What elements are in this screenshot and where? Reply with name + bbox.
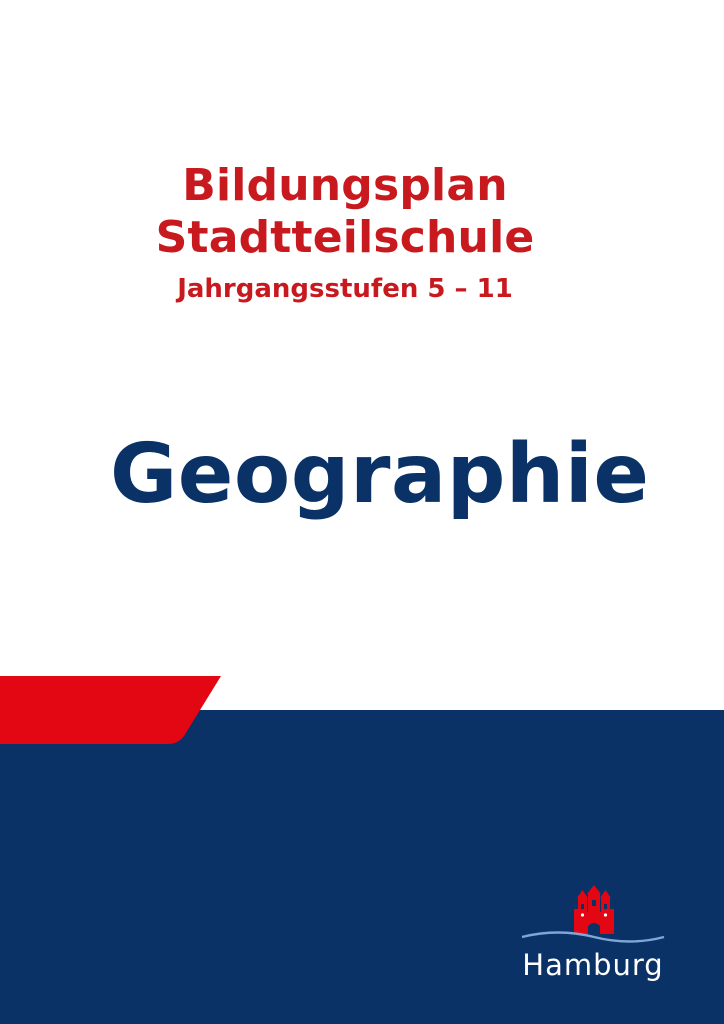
hamburg-logo: Hamburg [518,884,668,994]
cover-page: Bildungsplan Stadtteilschule Jahrgangsst… [0,0,724,1024]
logo-text-hamburg: Hamburg [522,948,664,982]
title-bildungsplan: Bildungsplan [182,160,508,211]
hamburg-castle-icon [521,885,665,943]
title-stadtteilschule: Stadtteilschule [155,212,535,263]
subtitle-grades: Jahrgangsstufen 5 – 11 [177,274,513,304]
title-block: Bildungsplan Stadtteilschule Jahrgangsst… [0,160,690,306]
subject-title: Geographie [110,427,650,522]
